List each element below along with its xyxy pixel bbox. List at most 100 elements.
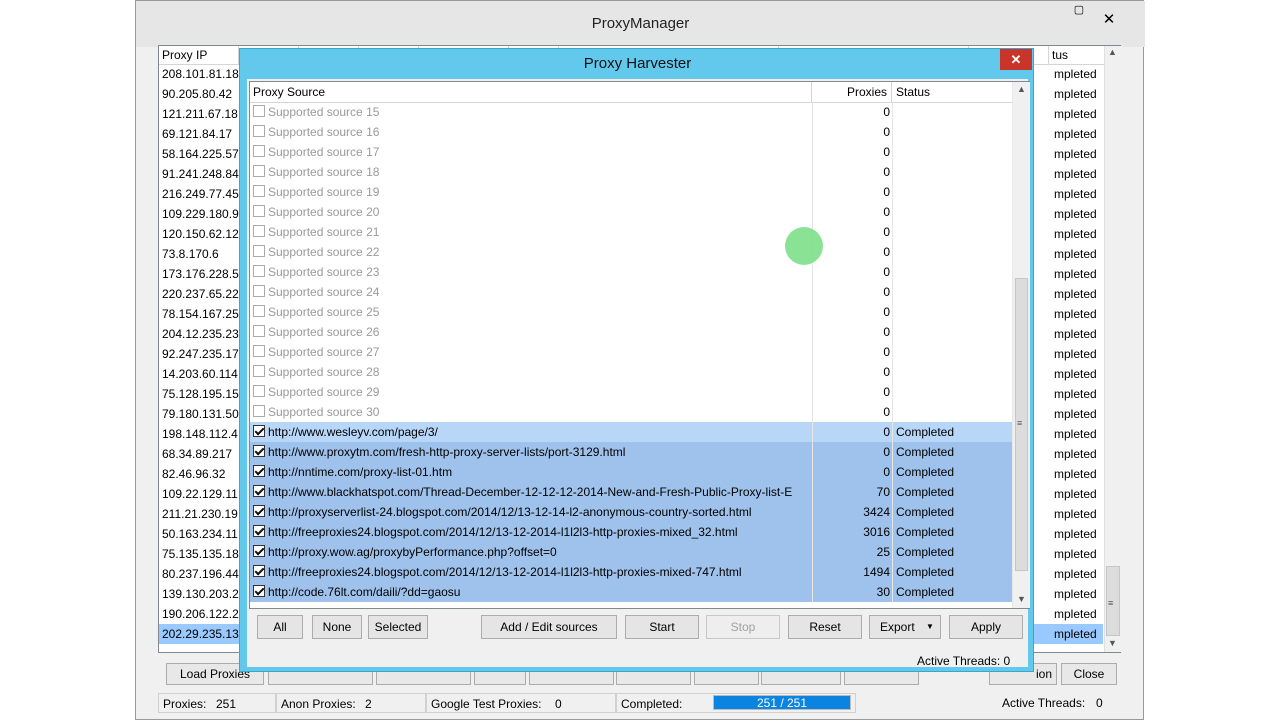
proxies-count: 0 xyxy=(883,465,890,479)
proxy-status-cell: mpleted xyxy=(1054,207,1097,221)
list-item[interactable]: http://freeproxies24.blogspot.com/2014/1… xyxy=(250,562,1012,582)
active-threads-label: Active Threads: xyxy=(1002,696,1086,710)
reset-button[interactable]: Reset xyxy=(788,615,862,639)
column-divider xyxy=(892,302,893,322)
source-checkbox[interactable] xyxy=(253,245,265,257)
source-checkbox[interactable] xyxy=(253,105,265,117)
source-checkbox[interactable] xyxy=(253,145,265,157)
proxies-count: 0 xyxy=(883,205,890,219)
source-checkbox[interactable] xyxy=(253,265,265,277)
column-header-status[interactable]: Status xyxy=(892,82,1012,102)
scroll-down-icon[interactable]: ▼ xyxy=(1108,638,1117,648)
source-checkbox[interactable] xyxy=(253,585,265,597)
list-item[interactable]: Supported source 18 0 xyxy=(250,162,1012,182)
source-checkbox[interactable] xyxy=(253,365,265,377)
source-checkbox[interactable] xyxy=(253,525,265,537)
list-item[interactable]: http://nntime.com/proxy-list-01.htm 0 Comp… xyxy=(250,462,1012,482)
proxies-count: 0 xyxy=(883,345,890,359)
source-checkbox[interactable] xyxy=(253,165,265,177)
column-divider xyxy=(892,202,893,222)
list-item[interactable]: http://www.proxytm.com/fresh-http-proxy-… xyxy=(250,442,1012,462)
source-checkbox[interactable] xyxy=(253,125,265,137)
source-checkbox[interactable] xyxy=(253,185,265,197)
list-item[interactable]: Supported source 29 0 xyxy=(250,382,1012,402)
source-url: Supported source 17 xyxy=(268,145,380,159)
scroll-up-icon[interactable]: ▲ xyxy=(1108,47,1117,57)
source-url: Supported source 15 xyxy=(268,105,380,119)
source-checkbox[interactable] xyxy=(253,205,265,217)
list-item[interactable]: Supported source 24 0 xyxy=(250,282,1012,302)
scroll-up-icon[interactable]: ▲ xyxy=(1017,84,1026,94)
column-header-status[interactable]: tus xyxy=(1049,46,1104,64)
proxy-status-cell: mpleted xyxy=(1054,327,1097,341)
column-header-proxy-source[interactable]: Proxy Source xyxy=(250,82,812,102)
list-item[interactable]: http://code.76lt.com/daili/?dd=gaosu 30 Co… xyxy=(250,582,1012,602)
source-url: Supported source 23 xyxy=(268,265,380,279)
maximize-icon[interactable]: ▢ xyxy=(1066,3,1092,17)
source-checkbox[interactable] xyxy=(253,405,265,417)
list-item[interactable]: Supported source 22 0 xyxy=(250,242,1012,262)
source-checkbox[interactable] xyxy=(253,445,265,457)
anon-proxies-cell: Anon Proxies: 2 xyxy=(276,693,426,713)
list-item[interactable]: Supported source 23 0 xyxy=(250,262,1012,282)
add-edit-sources-button[interactable]: Add / Edit sources xyxy=(481,615,617,639)
proxy-status-cell: mpleted xyxy=(1054,247,1097,261)
list-item[interactable]: http://proxy.wow.ag/proxybyPerformance.p… xyxy=(250,542,1012,562)
list-item[interactable]: Supported source 20 0 xyxy=(250,202,1012,222)
list-item[interactable]: Supported source 26 0 xyxy=(250,322,1012,342)
list-item[interactable]: http://proxyserverlist-24.blogspot.com/2… xyxy=(250,502,1012,522)
proxy-source-grid[interactable]: Proxy Source Proxies Status Supported so… xyxy=(249,81,1030,609)
source-url: Supported source 20 xyxy=(268,205,380,219)
source-checkbox[interactable] xyxy=(253,225,265,237)
list-item[interactable]: http://freeproxies24.blogspot.com/2014/1… xyxy=(250,522,1012,542)
main-close-button[interactable]: ✕ xyxy=(1096,9,1122,31)
list-item[interactable]: Supported source 28 0 xyxy=(250,362,1012,382)
list-item[interactable]: Supported source 30 0 xyxy=(250,402,1012,422)
scroll-down-icon[interactable]: ▼ xyxy=(1017,594,1026,604)
list-item[interactable]: Supported source 16 0 xyxy=(250,122,1012,142)
source-checkbox[interactable] xyxy=(253,305,265,317)
selected-button[interactable]: Selected xyxy=(368,615,428,639)
source-checkbox[interactable] xyxy=(253,565,265,577)
list-item[interactable]: Supported source 15 0 xyxy=(250,102,1012,122)
source-vertical-scrollbar[interactable]: ▲ ≡ ▼ xyxy=(1012,82,1030,608)
pointer-highlight-icon xyxy=(785,227,823,265)
close-button[interactable]: Close xyxy=(1061,663,1117,685)
main-vertical-scrollbar[interactable]: ▲ ≡ ▼ xyxy=(1104,46,1122,652)
source-url: Supported source 22 xyxy=(268,245,380,259)
proxies-count-cell: Proxies: 251 xyxy=(158,693,276,713)
list-item[interactable]: Supported source 25 0 xyxy=(250,302,1012,322)
export-dropdown-button[interactable]: Export ▼ xyxy=(869,615,941,639)
list-item[interactable]: Supported source 19 0 xyxy=(250,182,1012,202)
source-checkbox[interactable] xyxy=(253,505,265,517)
source-checkbox[interactable] xyxy=(253,385,265,397)
stop-button[interactable]: Stop xyxy=(706,615,780,639)
none-button[interactable]: None xyxy=(312,615,362,639)
harvester-close-button[interactable]: ✕ xyxy=(1000,49,1032,70)
list-item[interactable]: Supported source 21 0 xyxy=(250,222,1012,242)
column-divider xyxy=(892,502,893,522)
source-checkbox[interactable] xyxy=(253,285,265,297)
source-checkbox[interactable] xyxy=(253,465,265,477)
proxy-ip-cell: 69.121.84.17 xyxy=(162,127,233,141)
proxies-count: 0 xyxy=(883,265,890,279)
apply-button[interactable]: Apply xyxy=(949,615,1023,639)
list-item[interactable]: Supported source 27 0 xyxy=(250,342,1012,362)
source-checkbox[interactable] xyxy=(253,545,265,557)
google-test-cell: Google Test Proxies: 0 xyxy=(426,693,616,713)
source-checkbox[interactable] xyxy=(253,345,265,357)
source-checkbox[interactable] xyxy=(253,325,265,337)
source-url: Supported source 30 xyxy=(268,405,380,419)
all-button[interactable]: All xyxy=(257,615,303,639)
proxy-status-cell: mpleted xyxy=(1054,87,1097,101)
column-header-proxies[interactable]: Proxies xyxy=(812,82,892,102)
list-item[interactable]: http://www.blackhatspot.com/Thread-Decem… xyxy=(250,482,1012,502)
list-item[interactable]: Supported source 17 0 xyxy=(250,142,1012,162)
source-checkbox[interactable] xyxy=(253,485,265,497)
source-url: Supported source 18 xyxy=(268,165,380,179)
proxy-ip-cell: 73.8.170.6 xyxy=(162,247,219,261)
source-checkbox[interactable] xyxy=(253,425,265,437)
column-header-proxy-ip[interactable]: Proxy IP xyxy=(159,46,239,64)
list-item[interactable]: http://www.wesleyv.com/page/3/0 Completed xyxy=(250,422,1012,442)
start-button[interactable]: Start xyxy=(625,615,699,639)
